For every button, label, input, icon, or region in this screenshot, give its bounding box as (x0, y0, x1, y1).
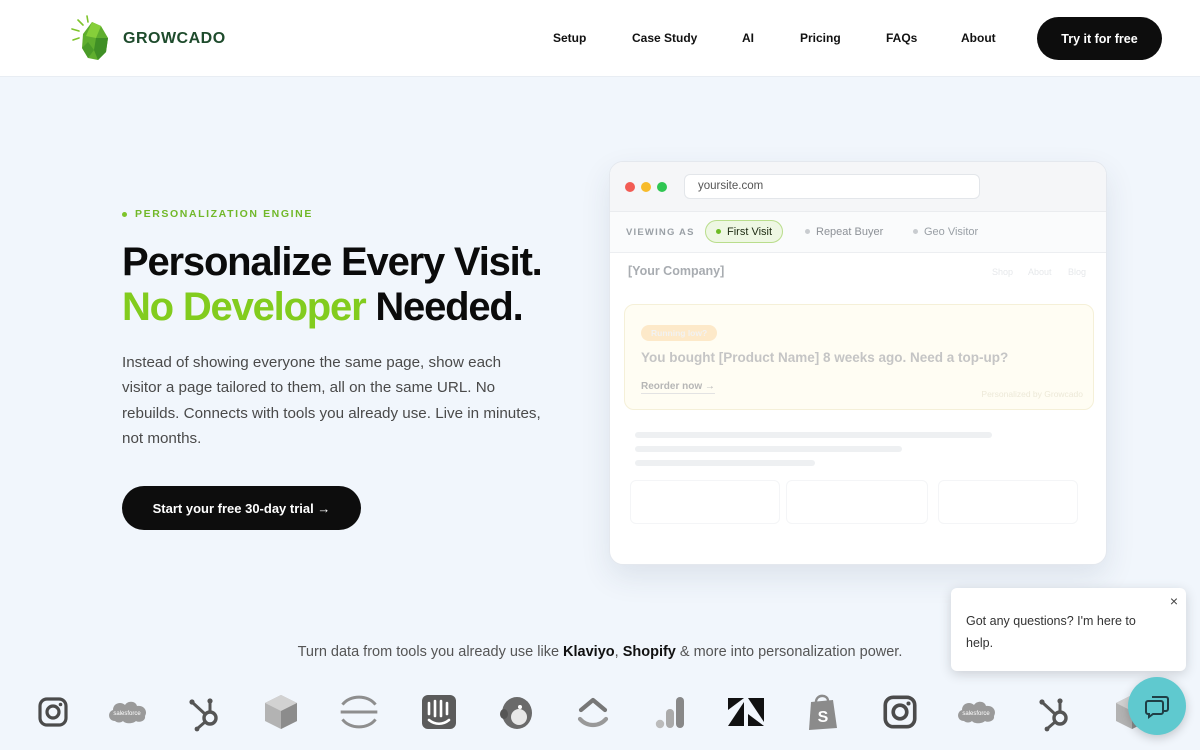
url-bar: yoursite.com (684, 174, 980, 199)
segment-label: Geo Visitor (924, 225, 979, 238)
integration-klaviyo: Klaviyo (563, 644, 615, 660)
intercom-logo-icon (417, 690, 461, 734)
close-icon[interactable]: × (1170, 593, 1178, 609)
integration-shopify: Shopify (622, 644, 676, 660)
maximize-dot-icon (657, 182, 667, 192)
clickup-logo-icon (571, 690, 615, 734)
svg-text:S: S (818, 709, 829, 726)
skeleton-card (938, 480, 1078, 524)
running-low-badge: Running low? (641, 325, 718, 341)
integrations-prefix: Turn data from tools you already use lik… (297, 644, 560, 660)
inactive-dot-icon (913, 229, 918, 234)
sentry-logo-icon (337, 690, 381, 734)
start-trial-button[interactable]: Start your free 30-day trial → (122, 486, 361, 530)
skeleton-line (635, 446, 902, 452)
close-dot-icon (625, 182, 635, 192)
integration-logos-strip: salesforce S salesforce (0, 690, 1200, 750)
integrations-suffix: & more into personalization power. (679, 644, 903, 660)
browser-mockup: yoursite.com VIEWING AS First Visit Repe… (609, 161, 1107, 565)
segment-repeat-buyer[interactable]: Repeat Buyer (795, 220, 893, 243)
segment-switcher: VIEWING AS First Visit Repeat Buyer Geo … (610, 212, 1106, 253)
hero-eyebrow: PERSONALIZATION ENGINE (122, 208, 313, 220)
mock-nav-blog: Blog (1068, 267, 1087, 277)
zendesk-logo-icon (724, 690, 768, 734)
personalized-block: Running low? You bought [Product Name] 8… (624, 304, 1094, 410)
browser-toolbar: yoursite.com (610, 162, 1106, 212)
hero-title-rest: Needed. (375, 285, 523, 329)
nav-case-study[interactable]: Case Study (632, 31, 697, 45)
viewing-as-label: VIEWING AS (626, 227, 695, 238)
mailchimp-logo-icon (494, 690, 538, 734)
hero-description: Instead of showing everyone the same pag… (122, 354, 541, 447)
shopify-logo-icon: S (801, 690, 845, 734)
hubspot-logo-icon (182, 690, 226, 734)
cube-logo-icon (259, 690, 303, 734)
svg-text:salesforce: salesforce (113, 711, 141, 717)
svg-text:salesforce: salesforce (962, 711, 990, 717)
salesforce-logo-icon: salesforce (954, 690, 998, 734)
personalized-headline: You bought [Product Name] 8 weeks ago. N… (641, 350, 1009, 365)
hubspot-logo-icon (1032, 690, 1076, 734)
inactive-dot-icon (805, 229, 810, 234)
eyebrow-dot (122, 211, 127, 217)
hero-title: Personalize Every Visit. No Developer Ne… (122, 240, 592, 330)
google-analytics-logo-icon (648, 690, 692, 734)
try-free-button[interactable]: Try it for free (1037, 17, 1162, 60)
hero-title-line1: Personalize Every Visit. (122, 240, 543, 284)
chat-launcher-button[interactable] (1128, 677, 1186, 735)
hero-title-line2: No Developer Needed. (122, 285, 592, 330)
skeleton-card (786, 480, 928, 524)
personalized-by-note: Personalized by Growcado (981, 389, 1083, 399)
chat-bubble-icon (1145, 696, 1169, 719)
integrations-separator: , (614, 644, 619, 660)
active-dot-icon (716, 229, 721, 234)
segment-label: First Visit (727, 225, 773, 238)
nav-faqs[interactable]: FAQs (886, 31, 917, 45)
minimize-dot-icon (641, 182, 651, 192)
salesforce-logo-icon: salesforce (105, 690, 149, 734)
segment-label: Repeat Buyer (816, 225, 884, 238)
hero-title-highlight: No Developer (122, 285, 367, 329)
segment-first-visit[interactable]: First Visit (705, 220, 784, 243)
mock-nav-shop: Shop (992, 267, 1014, 277)
nav-about[interactable]: About (961, 31, 996, 45)
mock-company-name: [Your Company] (628, 264, 725, 278)
chat-message: Got any questions? I'm here to help. (966, 614, 1136, 650)
instagram-logo-icon (31, 690, 75, 734)
segment-geo-visitor[interactable]: Geo Visitor (903, 220, 988, 243)
nav-setup[interactable]: Setup (553, 31, 586, 45)
mock-nav-about: About (1028, 267, 1052, 277)
skeleton-line (635, 460, 815, 466)
site-header: GROWCADO Setup Case Study AI Pricing FAQ… (0, 0, 1200, 77)
skeleton-line (635, 432, 992, 438)
skeleton-card (630, 480, 780, 524)
reorder-link: Reorder now → (641, 381, 715, 394)
chat-popup: × Got any questions? I'm here to help. (951, 588, 1186, 671)
main-nav: Setup Case Study AI Pricing FAQs About (0, 31, 1200, 47)
instagram-logo-icon (878, 690, 922, 734)
nav-ai[interactable]: AI (742, 31, 754, 45)
nav-pricing[interactable]: Pricing (800, 31, 841, 45)
eyebrow-text: PERSONALIZATION ENGINE (135, 208, 313, 220)
